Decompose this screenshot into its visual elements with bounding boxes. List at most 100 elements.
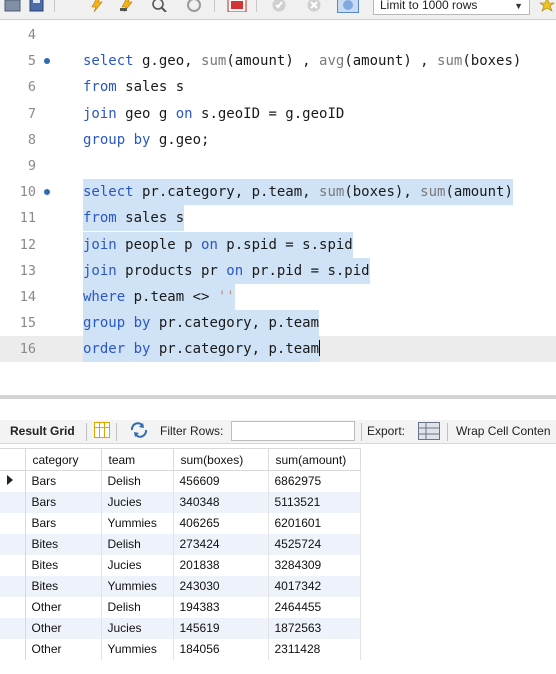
table-cell[interactable]: Jucies <box>101 617 174 639</box>
table-cell[interactable]: 273424 <box>173 533 269 555</box>
toolbar-separator <box>256 0 257 12</box>
table-cell[interactable]: Jucies <box>101 491 174 513</box>
table-cell[interactable]: 4017342 <box>268 575 361 597</box>
table-cell[interactable]: Bites <box>25 533 102 555</box>
stop-icon[interactable] <box>184 0 206 14</box>
table-row[interactable]: Other Yummies 184056 2311428 <box>0 638 361 660</box>
result-grid-tab[interactable]: Result Grid <box>10 424 75 438</box>
editor-line[interactable]: 6 from sales s <box>0 74 556 100</box>
table-cell[interactable]: 6201601 <box>268 512 361 534</box>
commit-toggle-icon[interactable] <box>226 0 248 14</box>
table-cell[interactable]: Yummies <box>101 512 174 534</box>
editor-line[interactable]: 16 order by pr.category, p.team <box>0 336 556 363</box>
table-cell[interactable]: Other <box>25 617 102 639</box>
open-folder-icon[interactable] <box>2 0 24 14</box>
row-header[interactable] <box>0 638 26 660</box>
editor-line[interactable]: 12 join people p on p.spid = s.spid <box>0 231 556 258</box>
table-cell[interactable]: Bites <box>25 554 102 576</box>
table-cell[interactable]: 2311428 <box>268 638 361 660</box>
editor-line[interactable]: 5 select g.geo, sum(amount) , avg(amount)… <box>0 48 556 74</box>
table-row[interactable]: Bars Yummies 406265 6201601 <box>0 512 361 534</box>
rollback-icon[interactable] <box>303 0 325 14</box>
table-cell[interactable]: Delish <box>101 596 174 618</box>
filter-rows-input[interactable] <box>231 421 355 441</box>
panel-splitter[interactable] <box>0 390 556 410</box>
editor-line[interactable]: 10 select pr.category, p.team, sum(boxes)… <box>0 179 556 206</box>
editor-line[interactable]: 13 join products pr on pr.pid = s.pid <box>0 257 556 284</box>
editor-line[interactable]: 9 <box>0 153 556 179</box>
editor-line[interactable]: 14 where p.team <> '' <box>0 284 556 310</box>
table-cell[interactable]: Bites <box>25 575 102 597</box>
table-cell[interactable]: Delish <box>101 470 174 492</box>
beautify-icon[interactable] <box>536 0 556 14</box>
table-cell[interactable]: Yummies <box>101 638 174 660</box>
row-header[interactable] <box>0 533 26 555</box>
table-cell[interactable]: 406265 <box>173 512 269 534</box>
line-number: 4 <box>27 27 36 43</box>
execute-current-icon[interactable] <box>116 0 138 14</box>
row-header[interactable] <box>0 470 26 492</box>
table-row[interactable]: Bites Jucies 201838 3284309 <box>0 554 361 576</box>
row-header[interactable] <box>0 512 26 534</box>
table-cell[interactable]: 3284309 <box>268 554 361 576</box>
row-header[interactable] <box>0 554 26 576</box>
save-icon[interactable] <box>26 0 48 14</box>
column-header[interactable]: sum(boxes) <box>172 448 269 471</box>
splitter-bar[interactable] <box>0 395 556 399</box>
table-row[interactable]: Bars Delish 456609 6862975 <box>0 470 361 492</box>
editor-line[interactable]: 11 from sales s <box>0 205 556 232</box>
editor-line[interactable]: 15 group by pr.category, p.team <box>0 310 556 337</box>
table-cell[interactable]: Bars <box>25 470 102 492</box>
table-row[interactable]: Bars Jucies 340348 5113521 <box>0 491 361 513</box>
table-row[interactable]: Other Delish 194383 2464455 <box>0 596 361 618</box>
table-row[interactable]: Other Jucies 145619 1872563 <box>0 617 361 639</box>
table-cell[interactable]: Other <box>25 596 102 618</box>
editor-line[interactable]: 7 join geo g on s.geoID = g.geoID <box>0 101 556 127</box>
export-icon[interactable] <box>418 422 440 443</box>
row-header[interactable] <box>0 575 26 597</box>
table-cell[interactable]: 2464455 <box>268 596 361 618</box>
table-cell[interactable]: 340348 <box>173 491 269 513</box>
table-cell[interactable]: Yummies <box>101 575 174 597</box>
explain-icon[interactable] <box>149 0 171 14</box>
table-cell[interactable]: 243030 <box>173 575 269 597</box>
table-cell[interactable]: 201838 <box>173 554 269 576</box>
row-header[interactable] <box>0 596 26 618</box>
sql-editor[interactable]: 4 5 select g.geo, sum(amount) , avg(amount… <box>0 20 556 390</box>
table-cell[interactable]: 456609 <box>173 470 269 492</box>
line-number: 16 <box>19 341 36 358</box>
column-header[interactable]: sum(amount) <box>267 448 361 471</box>
table-cell[interactable]: 145619 <box>173 617 269 639</box>
refresh-icon[interactable] <box>129 422 149 441</box>
table-cell[interactable]: Other <box>25 638 102 660</box>
code-text: where p.team <> '' <box>83 284 235 310</box>
column-header[interactable]: team <box>100 448 174 471</box>
table-cell[interactable]: 194383 <box>173 596 269 618</box>
table-cell[interactable]: Delish <box>101 533 174 555</box>
table-cell[interactable]: 4525724 <box>268 533 361 555</box>
row-header[interactable] <box>0 617 26 639</box>
editor-line[interactable]: 8 group by g.geo; <box>0 127 556 153</box>
row-header[interactable] <box>0 491 26 513</box>
execute-icon[interactable] <box>86 0 108 14</box>
statement-marker-icon <box>44 189 50 196</box>
line-number: 9 <box>27 158 36 174</box>
table-cell[interactable]: 1872563 <box>268 617 361 639</box>
column-header[interactable]: category <box>24 448 102 471</box>
wrap-cell-content-label[interactable]: Wrap Cell Conten <box>456 424 551 438</box>
grid-layout-icon[interactable] <box>94 422 110 441</box>
table-cell[interactable]: 184056 <box>173 638 269 660</box>
table-cell[interactable]: Bars <box>25 491 102 513</box>
table-cell[interactable]: Bars <box>25 512 102 534</box>
cancel-icon[interactable] <box>268 0 290 14</box>
editor-line[interactable]: 4 <box>0 22 556 48</box>
table-cell[interactable]: 5113521 <box>268 491 361 513</box>
toolbar-separator <box>116 423 117 441</box>
table-row[interactable]: Bites Yummies 243030 4017342 <box>0 575 361 597</box>
table-row[interactable]: Bites Delish 273424 4525724 <box>0 533 361 555</box>
limit-rows-select[interactable]: Limit to 1000 rows ▼ <box>373 0 530 15</box>
table-cell[interactable]: 6862975 <box>268 470 361 492</box>
result-grid[interactable]: category team sum(boxes) sum(amount) Bars De… <box>0 448 361 660</box>
table-cell[interactable]: Jucies <box>101 554 174 576</box>
autocommit-icon[interactable] <box>337 0 359 14</box>
